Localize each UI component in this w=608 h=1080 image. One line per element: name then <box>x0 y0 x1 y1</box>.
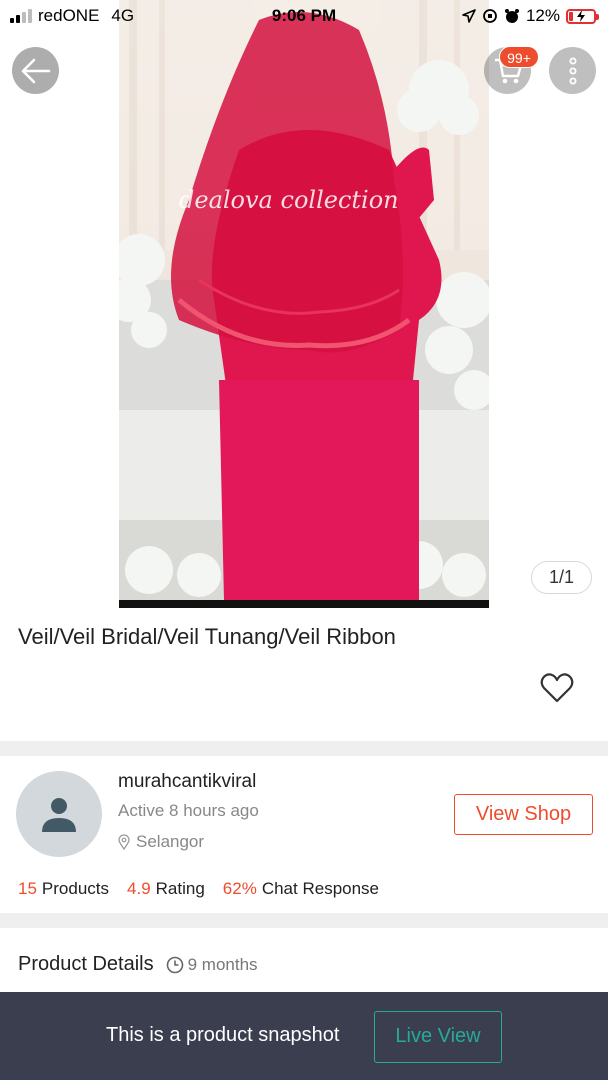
arrow-left-icon <box>21 58 50 83</box>
product-photo[interactable]: dealova collection <box>119 0 489 608</box>
location-arrow-icon <box>462 9 476 23</box>
live-view-button[interactable]: Live View <box>374 1011 502 1063</box>
stat-rating: 4.9 Rating <box>127 879 205 898</box>
product-details-header: Product Details 9 months <box>18 953 258 976</box>
user-icon <box>42 798 76 832</box>
shop-stats: 15 Products 4.9 Rating 62% Chat Response <box>18 879 379 899</box>
snapshot-notice: This is a product snapshot <box>106 1024 340 1046</box>
shop-location: Selangor <box>118 832 204 852</box>
image-page-indicator: 1/1 <box>531 561 592 594</box>
heart-outline-icon <box>540 673 574 703</box>
product-details-title: Product Details <box>18 953 154 975</box>
shop-location-text: Selangor <box>136 832 205 851</box>
more-options-button[interactable] <box>549 47 596 94</box>
bride-veil-illustration <box>119 0 489 600</box>
alarm-icon <box>504 9 519 23</box>
battery-percent: 12% <box>525 6 560 25</box>
stat-products: 15 Products <box>18 879 110 898</box>
battery-icon <box>566 8 599 24</box>
product-title: Veil/Veil Bridal/Veil Tunang/Veil Ribbon <box>18 624 396 649</box>
back-button[interactable] <box>12 47 59 94</box>
shop-name[interactable]: murahcantikviral <box>118 771 256 793</box>
status-right: 12% <box>462 6 599 26</box>
view-shop-button[interactable]: View Shop <box>454 794 593 835</box>
section-divider <box>0 913 608 928</box>
location-pin-icon <box>118 834 130 850</box>
image-watermark: dealova collection <box>179 186 399 214</box>
clock-icon <box>166 956 183 973</box>
photo-bottom-border <box>119 600 489 608</box>
stat-chat-response: 62% Chat Response <box>222 879 380 898</box>
shop-avatar[interactable] <box>16 771 102 857</box>
more-vertical-icon <box>569 57 576 84</box>
cart-count-badge: 99+ <box>499 46 539 68</box>
section-divider <box>0 741 608 756</box>
orientation-lock-icon <box>483 9 497 23</box>
product-age: 9 months <box>166 955 258 975</box>
status-bar: redONE 4G 9:06 PM 12% <box>0 0 608 34</box>
product-age-text: 9 months <box>187 954 258 974</box>
shop-active-status: Active 8 hours ago <box>118 801 259 820</box>
like-button[interactable] <box>540 672 574 706</box>
